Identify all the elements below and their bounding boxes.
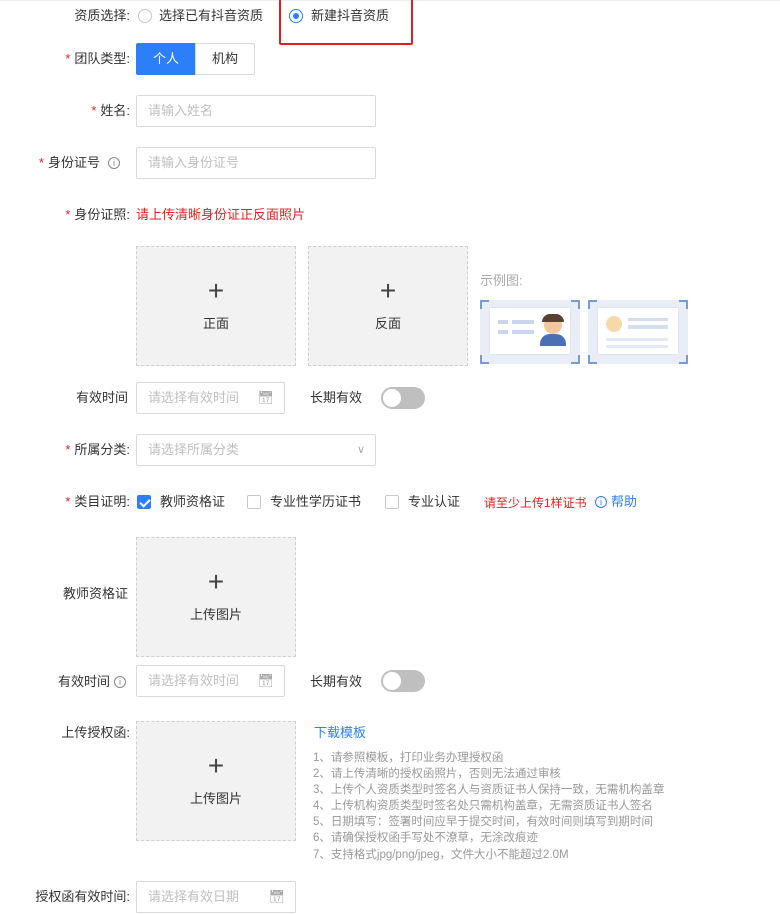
radio-new-qualification[interactable] (289, 9, 303, 23)
validity-label: 有效时间 (57, 674, 110, 689)
plus-icon: + (207, 275, 225, 306)
category-proof-label: * 类目证明: (65, 494, 130, 509)
calendar-icon: 📅︎ (268, 889, 285, 904)
checkbox-teacher-cert[interactable] (137, 495, 151, 509)
help-info-icon[interactable]: i (595, 496, 607, 508)
example-id-back-image (588, 300, 688, 364)
checkbox-degree-cert[interactable] (247, 495, 261, 509)
auth-validity-date-input[interactable]: 请选择有效日期 📅︎ (136, 881, 296, 913)
checkbox-professional-cert-label[interactable]: 专业认证 (408, 494, 460, 510)
long-term-toggle[interactable] (381, 670, 425, 692)
team-type-organization[interactable]: 机构 (195, 43, 255, 75)
upload-teacher-cert[interactable]: + 上传图片 (136, 537, 296, 657)
download-template-link[interactable]: 下载模板 (314, 725, 366, 741)
upload-auth-letter-label: 上传图片 (189, 791, 242, 806)
id-number-input[interactable]: 请输入身份证号 (136, 147, 376, 179)
auth-letter-notes: 1、请参照模板，打印业务办理授权函 2、请上传清晰的授权函照片，否则无法通过审核… (313, 750, 664, 863)
info-icon[interactable]: i (114, 676, 126, 688)
note-line: 2、请上传清晰的授权函照片，否则无法通过审核 (313, 768, 561, 781)
name-label: * 姓名: (91, 103, 130, 118)
help-link[interactable]: 帮助 (611, 494, 637, 510)
info-icon[interactable]: i (108, 157, 120, 169)
note-line: 6、请确保授权函手写处不潦草，无涂改痕迹 (313, 832, 538, 845)
example-id-front-image (480, 300, 580, 364)
validity-label: 有效时间 (75, 390, 128, 405)
id-photo-hint: 请上传清晰身份证正反面照片 (136, 207, 306, 222)
id-number-label: * 身份证号 (38, 155, 100, 170)
qualification-label: 资质选择: (74, 8, 130, 23)
plus-icon: + (379, 275, 397, 306)
note-line: 1、请参照模板，打印业务办理授权函 (313, 752, 504, 764)
note-line: 7、支持格式jpg/png/jpeg，文件大小不能超过2.0M (313, 848, 569, 861)
id-photo-label: * 身份证照: (65, 207, 130, 222)
checkbox-professional-cert[interactable] (385, 495, 399, 509)
category-select[interactable]: 请选择所属分类 ∨ (136, 434, 376, 466)
team-type-label: * 团队类型: (65, 51, 130, 66)
auth-letter-label: 上传授权函: (61, 725, 130, 740)
note-line: 3、上传个人资质类型时签名人与资质证书人保持一致，无需机构盖章 (313, 784, 665, 797)
upload-id-back-label: 反面 (374, 316, 401, 331)
teacher-cert-label: 教师资格证 (62, 586, 128, 601)
upload-auth-letter[interactable]: + 上传图片 (136, 721, 296, 841)
upload-id-back[interactable]: + 反面 (308, 246, 468, 366)
validity-date-input[interactable]: 请选择有效时间 📅︎ (136, 382, 285, 414)
plus-icon: + (207, 566, 225, 597)
long-term-label: 长期有效 (310, 390, 363, 405)
calendar-icon: 📅︎ (257, 673, 274, 688)
certificate-warning: 请至少上传1样证书 (484, 496, 587, 510)
radio-new-label[interactable]: 新建抖音资质 (311, 8, 389, 24)
upload-id-front-label: 正面 (202, 316, 229, 331)
example-label: 示例图: (480, 273, 523, 288)
category-label: * 所属分类: (65, 442, 130, 457)
chevron-down-icon: ∨ (356, 444, 365, 456)
note-line: 5、日期填写：签署时间应早于提交时间，有效时间则填写到期时间 (313, 816, 653, 829)
note-line: 4、上传机构资质类型时签名处只需机构盖章，无需资质证书人签名 (313, 800, 653, 813)
radio-existing-qualification[interactable] (138, 9, 152, 23)
long-term-toggle[interactable] (381, 387, 425, 409)
name-input[interactable]: 请输入姓名 (136, 95, 376, 127)
validity-date-input[interactable]: 请选择有效时间 📅︎ (136, 665, 285, 697)
upload-id-front[interactable]: + 正面 (136, 246, 296, 366)
calendar-icon: 📅︎ (257, 390, 274, 405)
radio-existing-label[interactable]: 选择已有抖音资质 (159, 8, 263, 24)
checkbox-degree-cert-label[interactable]: 专业性学历证书 (270, 494, 361, 510)
auth-validity-label: 授权函有效时间: (35, 889, 130, 904)
checkbox-teacher-cert-label[interactable]: 教师资格证 (160, 494, 225, 510)
upload-teacher-cert-label: 上传图片 (189, 607, 242, 622)
plus-icon: + (207, 750, 225, 781)
long-term-label: 长期有效 (310, 674, 363, 689)
team-type-individual[interactable]: 个人 (136, 43, 196, 75)
